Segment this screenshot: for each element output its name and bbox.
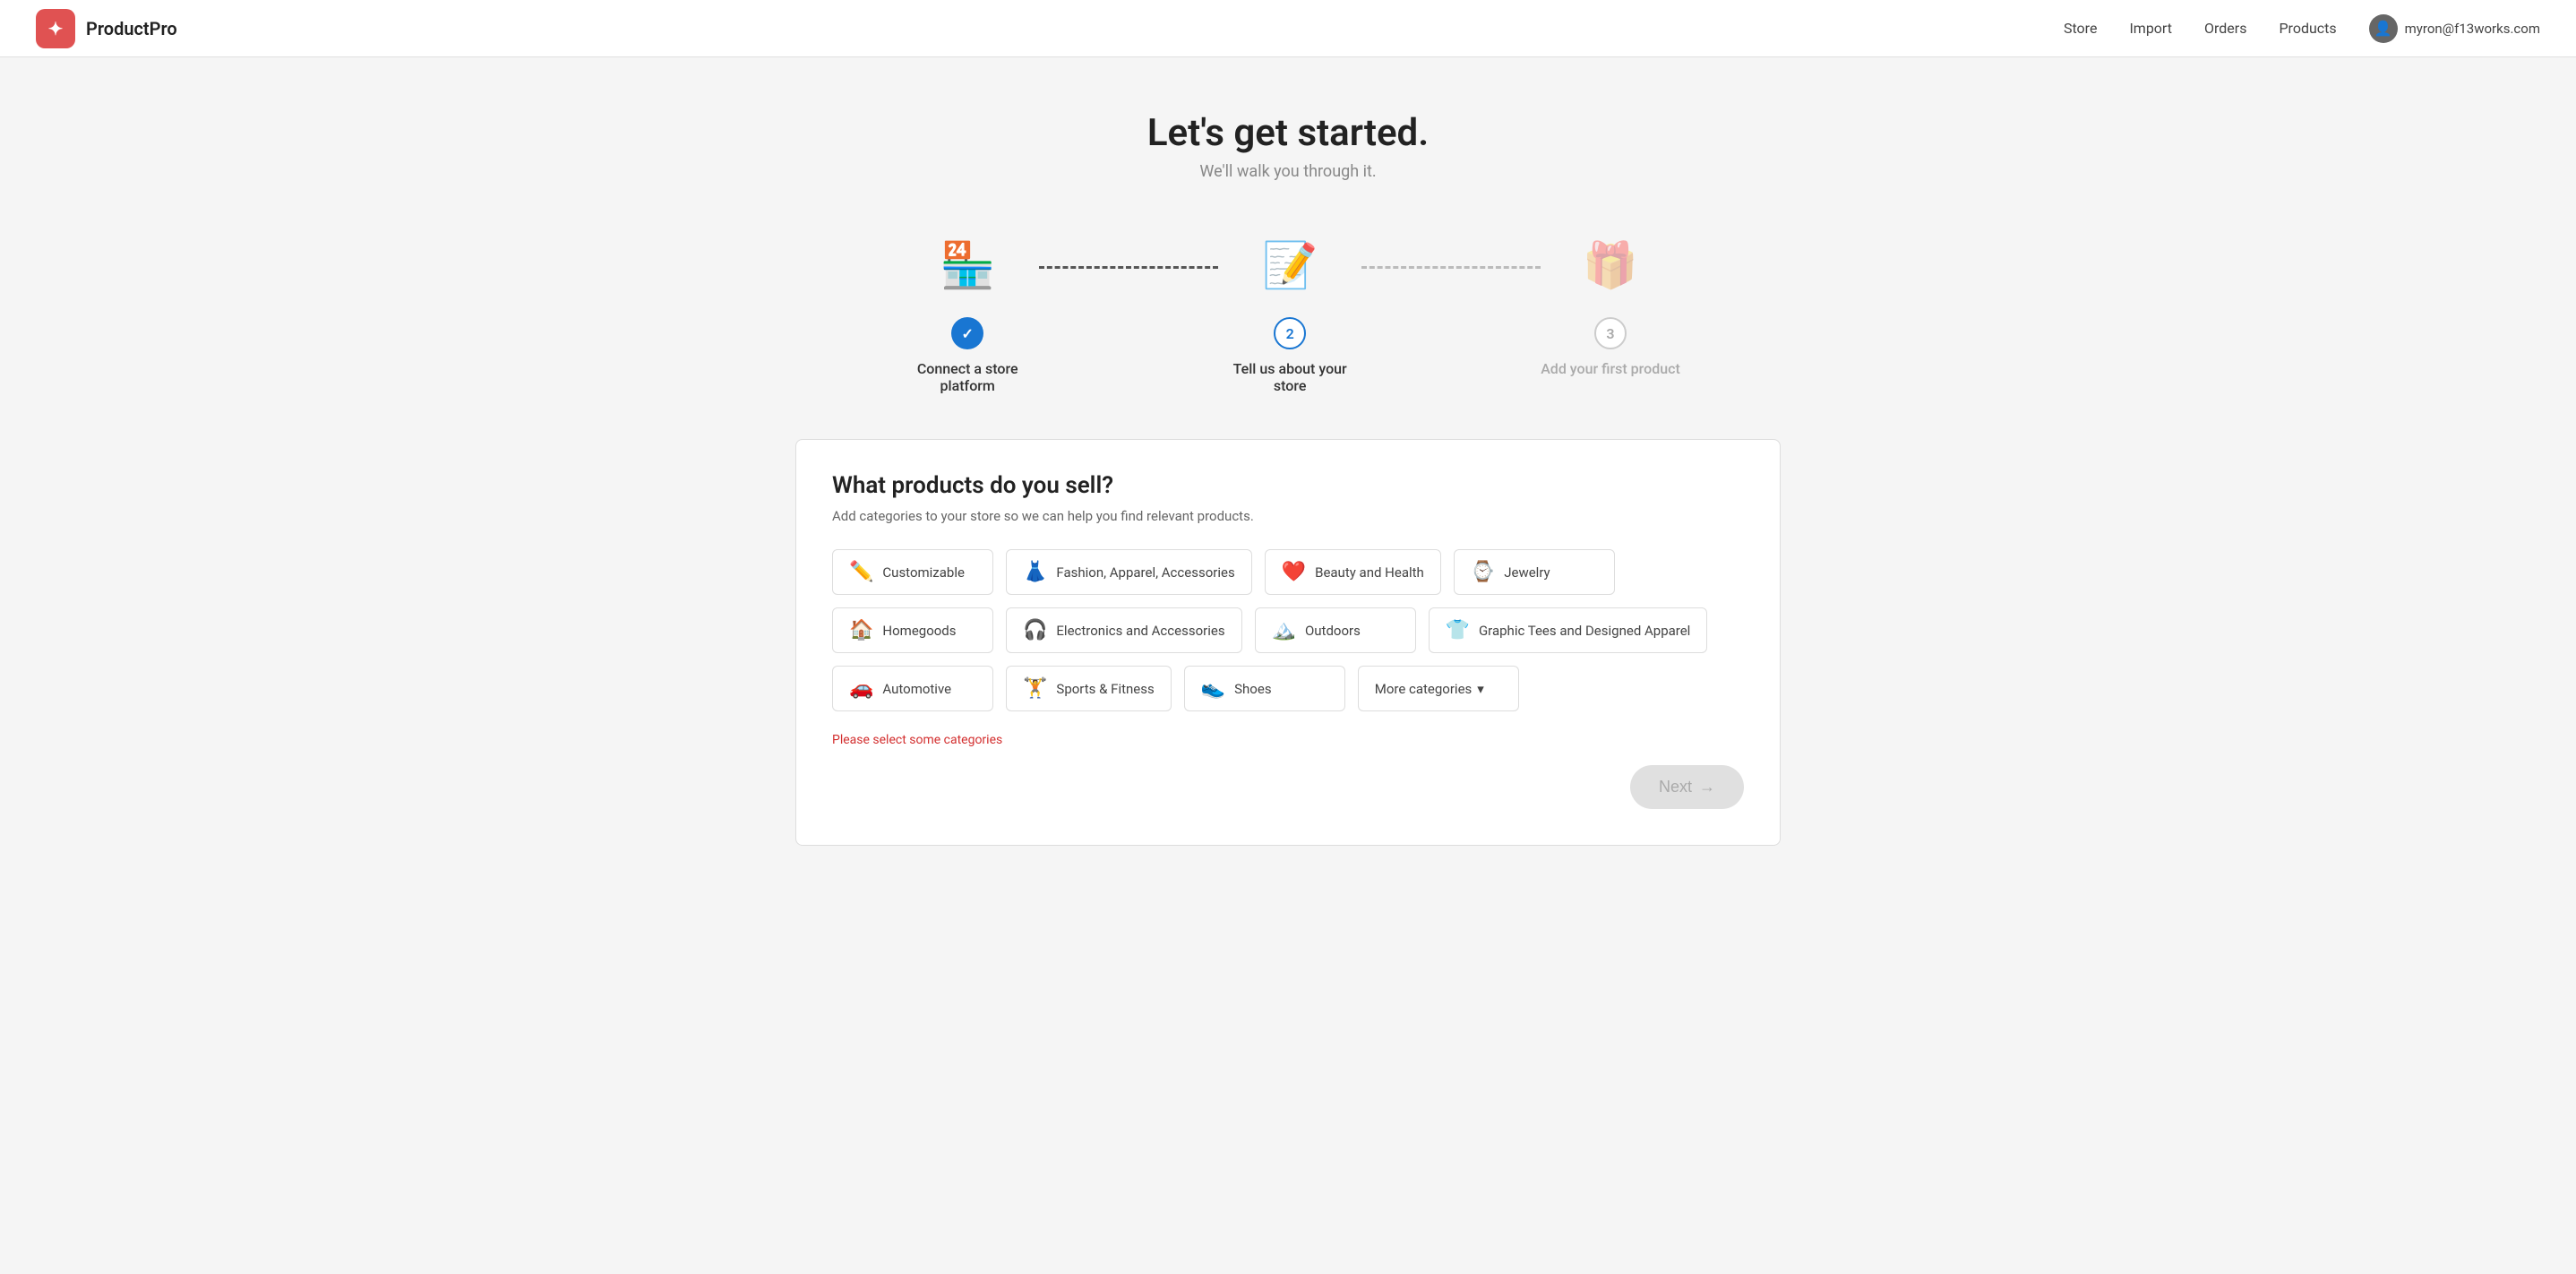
- step-3-image: 🎁: [1570, 226, 1651, 306]
- step-3-label: Add your first product: [1541, 360, 1680, 377]
- page-title: Let's get started.: [697, 111, 1879, 155]
- nav-orders[interactable]: Orders: [2204, 20, 2246, 37]
- nav-store[interactable]: Store: [2064, 20, 2097, 37]
- card-subtitle: Add categories to your store so we can h…: [832, 508, 1744, 524]
- logo-icon: ✦: [36, 9, 75, 48]
- card-title: What products do you sell?: [832, 472, 1744, 499]
- step-connector-2: [1361, 266, 1541, 269]
- validation-message: Please select some categories: [832, 733, 1744, 747]
- category-icon-sports: 🏋️: [1023, 677, 1047, 700]
- user-area[interactable]: 👤 myron@f13works.com: [2369, 14, 2540, 43]
- category-label-graphic-tees: Graphic Tees and Designed Apparel: [1479, 623, 1690, 639]
- category-item-automotive[interactable]: 🚗 Automotive: [832, 666, 993, 711]
- step-1-badge: ✓: [951, 317, 983, 349]
- page-heading: Let's get started.: [697, 111, 1879, 155]
- category-label-shoes: Shoes: [1234, 681, 1271, 697]
- category-item-fashion[interactable]: 👗 Fashion, Apparel, Accessories: [1006, 549, 1252, 595]
- category-label-customizable: Customizable: [882, 564, 965, 581]
- category-label-automotive: Automotive: [882, 681, 951, 697]
- chevron-down-icon: ▾: [1477, 681, 1484, 697]
- card-footer: Next →: [832, 765, 1744, 809]
- category-icon-outdoors: 🏔️: [1272, 619, 1296, 641]
- category-icon-fashion: 👗: [1023, 561, 1047, 583]
- product-card: What products do you sell? Add categorie…: [795, 439, 1781, 846]
- page-subheading: We'll walk you through it.: [697, 162, 1879, 181]
- main-content: Let's get started. We'll walk you throug…: [661, 57, 1915, 882]
- step-2-badge: 2: [1274, 317, 1306, 349]
- category-grid: ✏️ Customizable 👗 Fashion, Apparel, Accesso…: [832, 549, 1744, 711]
- category-icon-graphic-tees: 👕: [1446, 619, 1470, 641]
- steps-container: 🏪 ✓ Connect a store platform 📝 2 Tell us…: [697, 226, 1879, 394]
- category-item-customizable[interactable]: ✏️ Customizable: [832, 549, 993, 595]
- category-item-homegoods[interactable]: 🏠 Homegoods: [832, 607, 993, 653]
- category-item-electronics[interactable]: 🎧 Electronics and Accessories: [1006, 607, 1242, 653]
- step-2-image: 📝: [1249, 226, 1330, 306]
- category-item-jewelry[interactable]: ⌚ Jewelry: [1454, 549, 1615, 595]
- step-2-label: Tell us about your store: [1218, 360, 1361, 394]
- category-label-homegoods: Homegoods: [882, 623, 956, 639]
- step-1-label: Connect a store platform: [896, 360, 1039, 394]
- user-avatar-icon: 👤: [2369, 14, 2398, 43]
- header: ✦ ProductPro Store Import Orders Product…: [0, 0, 2576, 57]
- category-label-beauty: Beauty and Health: [1315, 564, 1424, 581]
- more-categories-label: More categories: [1375, 681, 1473, 697]
- category-label-outdoors: Outdoors: [1305, 623, 1361, 639]
- step-2: 📝 2 Tell us about your store: [1218, 226, 1361, 394]
- next-arrow-icon: →: [1699, 778, 1715, 796]
- category-label-jewelry: Jewelry: [1504, 564, 1550, 581]
- step-connector-1: [1039, 266, 1218, 269]
- category-label-fashion: Fashion, Apparel, Accessories: [1056, 564, 1234, 581]
- category-icon-automotive: 🚗: [849, 677, 873, 700]
- category-item-beauty[interactable]: ❤️ Beauty and Health: [1265, 549, 1441, 595]
- category-icon-customizable: ✏️: [849, 561, 873, 583]
- category-item-shoes[interactable]: 👟 Shoes: [1184, 666, 1345, 711]
- user-email: myron@f13works.com: [2405, 21, 2540, 37]
- category-item-graphic-tees[interactable]: 👕 Graphic Tees and Designed Apparel: [1429, 607, 1708, 653]
- logo-text: ProductPro: [86, 18, 177, 39]
- next-button-label: Next: [1659, 778, 1692, 796]
- category-icon-jewelry: ⌚: [1471, 561, 1495, 583]
- nav-links: Store Import Orders Products: [2064, 20, 2337, 37]
- category-label-electronics: Electronics and Accessories: [1056, 623, 1224, 639]
- more-categories-button[interactable]: More categories▾: [1358, 666, 1519, 711]
- step-3: 🎁 3 Add your first product: [1541, 226, 1680, 377]
- nav-import[interactable]: Import: [2129, 20, 2172, 37]
- step-3-badge: 3: [1594, 317, 1627, 349]
- category-label-sports: Sports & Fitness: [1056, 681, 1154, 697]
- category-item-outdoors[interactable]: 🏔️ Outdoors: [1255, 607, 1416, 653]
- category-icon-electronics: 🎧: [1023, 619, 1047, 641]
- step-1: 🏪 ✓ Connect a store platform: [896, 226, 1039, 394]
- next-button[interactable]: Next →: [1630, 765, 1744, 809]
- category-item-sports[interactable]: 🏋️ Sports & Fitness: [1006, 666, 1172, 711]
- logo-area: ✦ ProductPro: [36, 9, 2064, 48]
- step-1-image: 🏪: [927, 226, 1008, 306]
- category-icon-beauty: ❤️: [1282, 561, 1306, 583]
- category-icon-shoes: 👟: [1201, 677, 1225, 700]
- nav-products[interactable]: Products: [2279, 20, 2336, 37]
- category-icon-homegoods: 🏠: [849, 619, 873, 641]
